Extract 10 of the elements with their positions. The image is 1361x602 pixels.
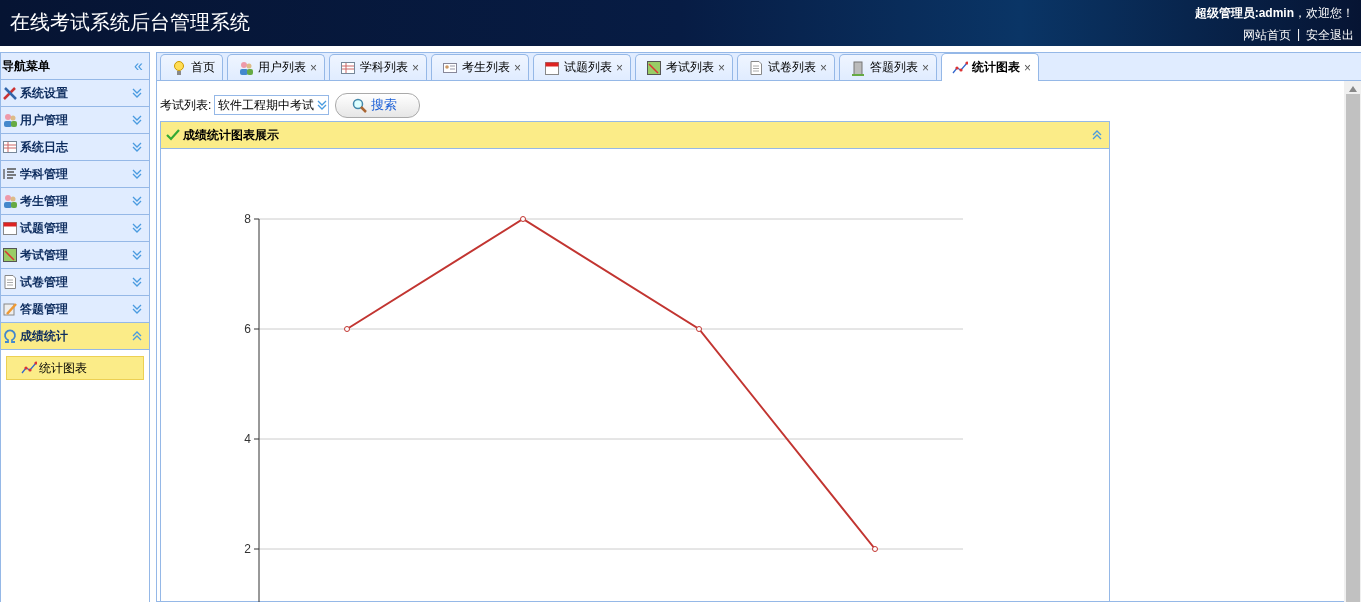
panel-title: 成绩统计图表展示 [183, 126, 280, 144]
app-title: 在线考试系统后台管理系统 [9, 10, 250, 35]
y-tick-label: 8 [244, 212, 251, 226]
y-tick-label: 2 [244, 542, 251, 556]
sidebar-title: 导航菜单 [2, 57, 50, 75]
y-tick-label: 6 [244, 322, 251, 336]
link-separator: | [1296, 27, 1300, 43]
filter-label: 考试列表: [160, 96, 212, 114]
y-tick-label: 4 [244, 432, 251, 446]
welcome-text: 超级管理员:admin，欢迎您！ [1194, 5, 1354, 22]
